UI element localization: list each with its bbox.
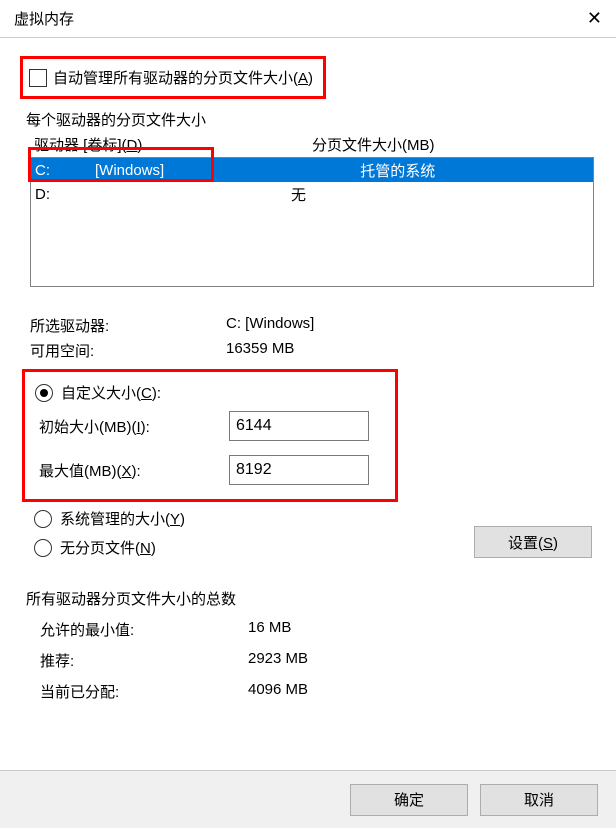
- min-allowed-label: 允许的最小值:: [40, 619, 248, 640]
- recommended-value: 2923 MB: [248, 650, 308, 671]
- cancel-button[interactable]: 取消: [480, 784, 598, 816]
- available-space-label: 可用空间:: [30, 340, 226, 361]
- current-alloc-value: 4096 MB: [248, 681, 308, 702]
- highlight-auto-manage: 自动管理所有驱动器的分页文件大小(A): [20, 56, 326, 99]
- selected-drive-info: 所选驱动器: C: [Windows] 可用空间: 16359 MB: [30, 315, 596, 361]
- ok-button[interactable]: 确定: [350, 784, 468, 816]
- dialog-body: 自动管理所有驱动器的分页文件大小(A) 每个驱动器的分页文件大小 驱动器 [卷标…: [0, 38, 616, 722]
- min-allowed-value: 16 MB: [248, 619, 291, 640]
- window-title: 虚拟内存: [14, 8, 74, 29]
- totals-title: 所有驱动器分页文件大小的总数: [26, 588, 596, 609]
- close-icon[interactable]: ✕: [587, 8, 602, 29]
- system-managed-radio[interactable]: [34, 510, 52, 528]
- column-size: 分页文件大小(MB): [312, 134, 435, 155]
- highlight-custom-size: 自定义大小(C): 初始大小(MB)(I): 最大值(MB)(X):: [22, 369, 398, 502]
- custom-size-label: 自定义大小(C):: [61, 382, 161, 403]
- dialog-footer: 确定 取消: [0, 770, 616, 828]
- drive-row-c[interactable]: C: [Windows] 托管的系统: [31, 158, 593, 182]
- drive-size: 托管的系统: [164, 160, 593, 181]
- drive-label: [Windows]: [95, 162, 164, 179]
- selected-drive-label: 所选驱动器:: [30, 315, 226, 336]
- no-page-label: 无分页文件(N): [60, 537, 156, 558]
- drive-list-header: 驱动器 [卷标](D) 分页文件大小(MB): [34, 134, 596, 155]
- per-drive-header: 每个驱动器的分页文件大小: [26, 109, 596, 130]
- drive-list[interactable]: C: [Windows] 托管的系统 D: 无: [30, 157, 594, 287]
- auto-manage-label: 自动管理所有驱动器的分页文件大小(A): [53, 67, 313, 88]
- available-space-value: 16359 MB: [226, 340, 294, 361]
- current-alloc-label: 当前已分配:: [40, 681, 248, 702]
- custom-size-radio[interactable]: [35, 384, 53, 402]
- no-page-radio[interactable]: [34, 539, 52, 557]
- selected-drive-value: C: [Windows]: [226, 315, 314, 336]
- auto-manage-checkbox[interactable]: [29, 69, 47, 87]
- initial-size-input[interactable]: [229, 411, 369, 441]
- column-drive: 驱动器 [卷标](D): [34, 134, 312, 155]
- recommended-label: 推荐:: [40, 650, 248, 671]
- drive-letter: C:: [35, 162, 95, 179]
- titlebar: 虚拟内存 ✕: [0, 0, 616, 38]
- initial-size-label: 初始大小(MB)(I):: [39, 416, 229, 437]
- drive-row-d[interactable]: D: 无: [31, 182, 593, 206]
- drive-size: 无: [95, 184, 593, 205]
- drive-letter: D:: [35, 186, 95, 203]
- set-button[interactable]: 设置(S): [474, 526, 592, 558]
- system-managed-label: 系统管理的大小(Y): [60, 508, 185, 529]
- auto-manage-checkbox-row[interactable]: 自动管理所有驱动器的分页文件大小(A): [29, 67, 313, 88]
- max-size-input[interactable]: [229, 455, 369, 485]
- totals-section: 所有驱动器分页文件大小的总数 允许的最小值: 16 MB 推荐: 2923 MB…: [26, 588, 596, 702]
- max-size-label: 最大值(MB)(X):: [39, 460, 229, 481]
- custom-size-radio-row[interactable]: 自定义大小(C):: [35, 382, 387, 403]
